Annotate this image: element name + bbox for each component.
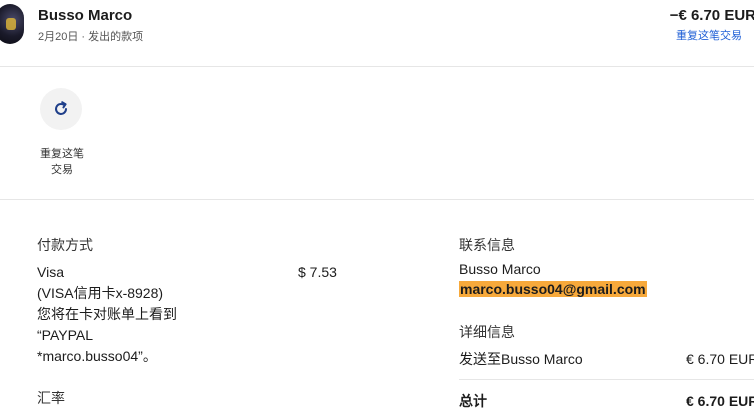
contact-email-row: marco.busso04@gmail.com [459,279,647,300]
total-label: 总计 [459,393,487,409]
payment-method-details: Visa (VISA信用卡x-8928) 您将在卡对账单上看到 “PAYPAL … [37,262,177,367]
repeat-transaction-button[interactable] [40,88,82,130]
sent-to-label: 发送至Busso Marco [459,351,583,367]
statement-line2: “PAYPAL [37,327,94,343]
contact-email[interactable]: marco.busso04@gmail.com [459,281,647,297]
repeat-transaction-link[interactable]: 重复这笔交易 [676,27,742,43]
statement-line1: 您将在卡对账单上看到 [37,306,177,322]
refresh-icon [55,101,67,115]
total-amount: € 6.70 EUR [686,393,754,409]
payment-method-title: 付款方式 [37,237,93,253]
transaction-meta: 2月20日 · 发出的款项 [38,31,144,43]
payment-method: Visa [37,264,64,280]
divider [0,66,754,67]
card-info: (VISA信用卡x-8928) [37,285,164,301]
divider [0,199,754,200]
divider [459,379,754,380]
avatar [0,4,24,44]
transaction-amount: −€ 6.70 EUR [669,7,754,24]
payee-name: Busso Marco [38,7,133,24]
details-title: 详细信息 [459,324,515,340]
transaction-header: Busso Marco 2月20日 · 发出的款项 −€ 6.70 EUR 重复… [0,0,754,66]
contact-info-title: 联系信息 [459,237,515,253]
repeat-label-line2: 交易 [51,164,73,176]
statement-line3: *marco.busso04”。 [37,348,157,364]
contact-name: Busso Marco [459,261,541,277]
repeat-transaction-label: 重复这笔 交易 [34,146,90,178]
payment-amount: $ 7.53 [298,264,337,280]
sent-amount: € 6.70 EUR [686,351,754,367]
repeat-label-line1: 重复这笔 [40,148,84,160]
exchange-rate-title: 汇率 [37,390,65,406]
